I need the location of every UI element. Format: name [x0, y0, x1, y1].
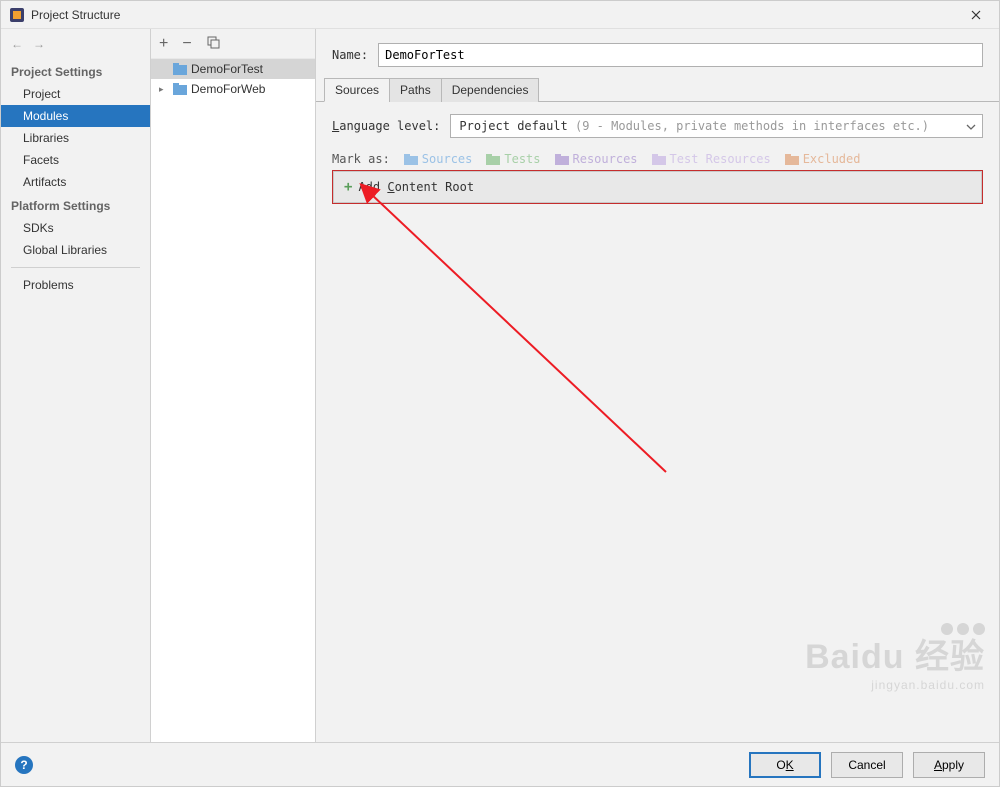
module-folder-icon: [173, 63, 187, 75]
nav-libraries[interactable]: Libraries: [1, 127, 150, 149]
copy-module-icon[interactable]: [206, 35, 220, 53]
nav-problems[interactable]: Problems: [1, 274, 150, 296]
settings-nav-pane: ← → Project Settings Project Modules Lib…: [1, 29, 151, 742]
content-root-section: + Add Content Root Add Content Root: [332, 170, 983, 204]
language-level-value: Project default: [459, 119, 567, 133]
module-label: DemoForTest: [191, 62, 263, 76]
folder-icon: [404, 154, 418, 165]
cancel-button[interactable]: Cancel: [831, 752, 903, 778]
nav-forward-icon[interactable]: →: [33, 37, 45, 51]
nav-global-libraries[interactable]: Global Libraries: [1, 239, 150, 261]
chevron-down-icon: [966, 119, 976, 133]
titlebar: Project Structure: [1, 1, 999, 29]
mark-excluded[interactable]: Excluded: [785, 152, 861, 166]
folder-icon: [486, 154, 500, 165]
language-level-hint: (9 - Modules, private methods in interfa…: [575, 119, 929, 133]
app-icon: [9, 7, 25, 23]
module-content-pane: Name: Sources Paths Dependencies LLangua…: [316, 29, 999, 742]
dialog-button-bar: ? OKOK Cancel ApplyApply: [1, 742, 999, 786]
ok-button[interactable]: OKOK: [749, 752, 821, 778]
module-name-input[interactable]: [378, 43, 983, 67]
help-icon[interactable]: ?: [15, 756, 33, 774]
folder-icon: [652, 154, 666, 165]
nav-project[interactable]: Project: [1, 83, 150, 105]
tab-dependencies[interactable]: Dependencies: [441, 78, 540, 102]
add-module-icon[interactable]: +: [159, 36, 168, 52]
nav-facets[interactable]: Facets: [1, 149, 150, 171]
language-level-label: LLanguage level:anguage level:: [332, 119, 440, 133]
close-icon[interactable]: [961, 1, 991, 28]
remove-module-icon[interactable]: −: [182, 36, 191, 52]
folder-icon: [785, 154, 799, 165]
platform-settings-header: Platform Settings: [1, 193, 150, 217]
mark-sources[interactable]: Sources: [404, 152, 473, 166]
folder-icon: [555, 154, 569, 165]
language-level-select[interactable]: Project default (9 - Modules, private me…: [450, 114, 983, 138]
nav-back-icon[interactable]: ←: [11, 37, 23, 51]
module-label: DemoForWeb: [191, 82, 265, 96]
mark-tests[interactable]: Tests: [486, 152, 540, 166]
tab-paths[interactable]: Paths: [389, 78, 442, 102]
project-settings-header: Project Settings: [1, 59, 150, 83]
module-folder-icon: [173, 83, 187, 95]
module-item-demoforweb[interactable]: ▸ DemoForWeb: [151, 79, 315, 99]
mark-test-resources[interactable]: Test Resources: [652, 152, 771, 166]
nav-artifacts[interactable]: Artifacts: [1, 171, 150, 193]
tab-sources[interactable]: Sources: [324, 78, 390, 102]
mark-as-label: Mark as:: [332, 152, 390, 166]
nav-sdks[interactable]: SDKs: [1, 217, 150, 239]
plus-icon: +: [344, 179, 352, 195]
expander-icon[interactable]: ▸: [159, 84, 169, 95]
name-label: Name:: [332, 48, 368, 62]
add-content-root-button[interactable]: + Add Content Root Add Content Root: [333, 171, 982, 203]
module-item-demofortest[interactable]: DemoForTest: [151, 59, 315, 79]
mark-resources[interactable]: Resources: [555, 152, 638, 166]
modules-tree-pane: + − DemoForTest ▸: [151, 29, 316, 742]
apply-button[interactable]: ApplyApply: [913, 752, 985, 778]
nav-modules[interactable]: Modules: [1, 105, 150, 127]
nav-divider: [11, 267, 140, 268]
window-title: Project Structure: [31, 8, 961, 22]
